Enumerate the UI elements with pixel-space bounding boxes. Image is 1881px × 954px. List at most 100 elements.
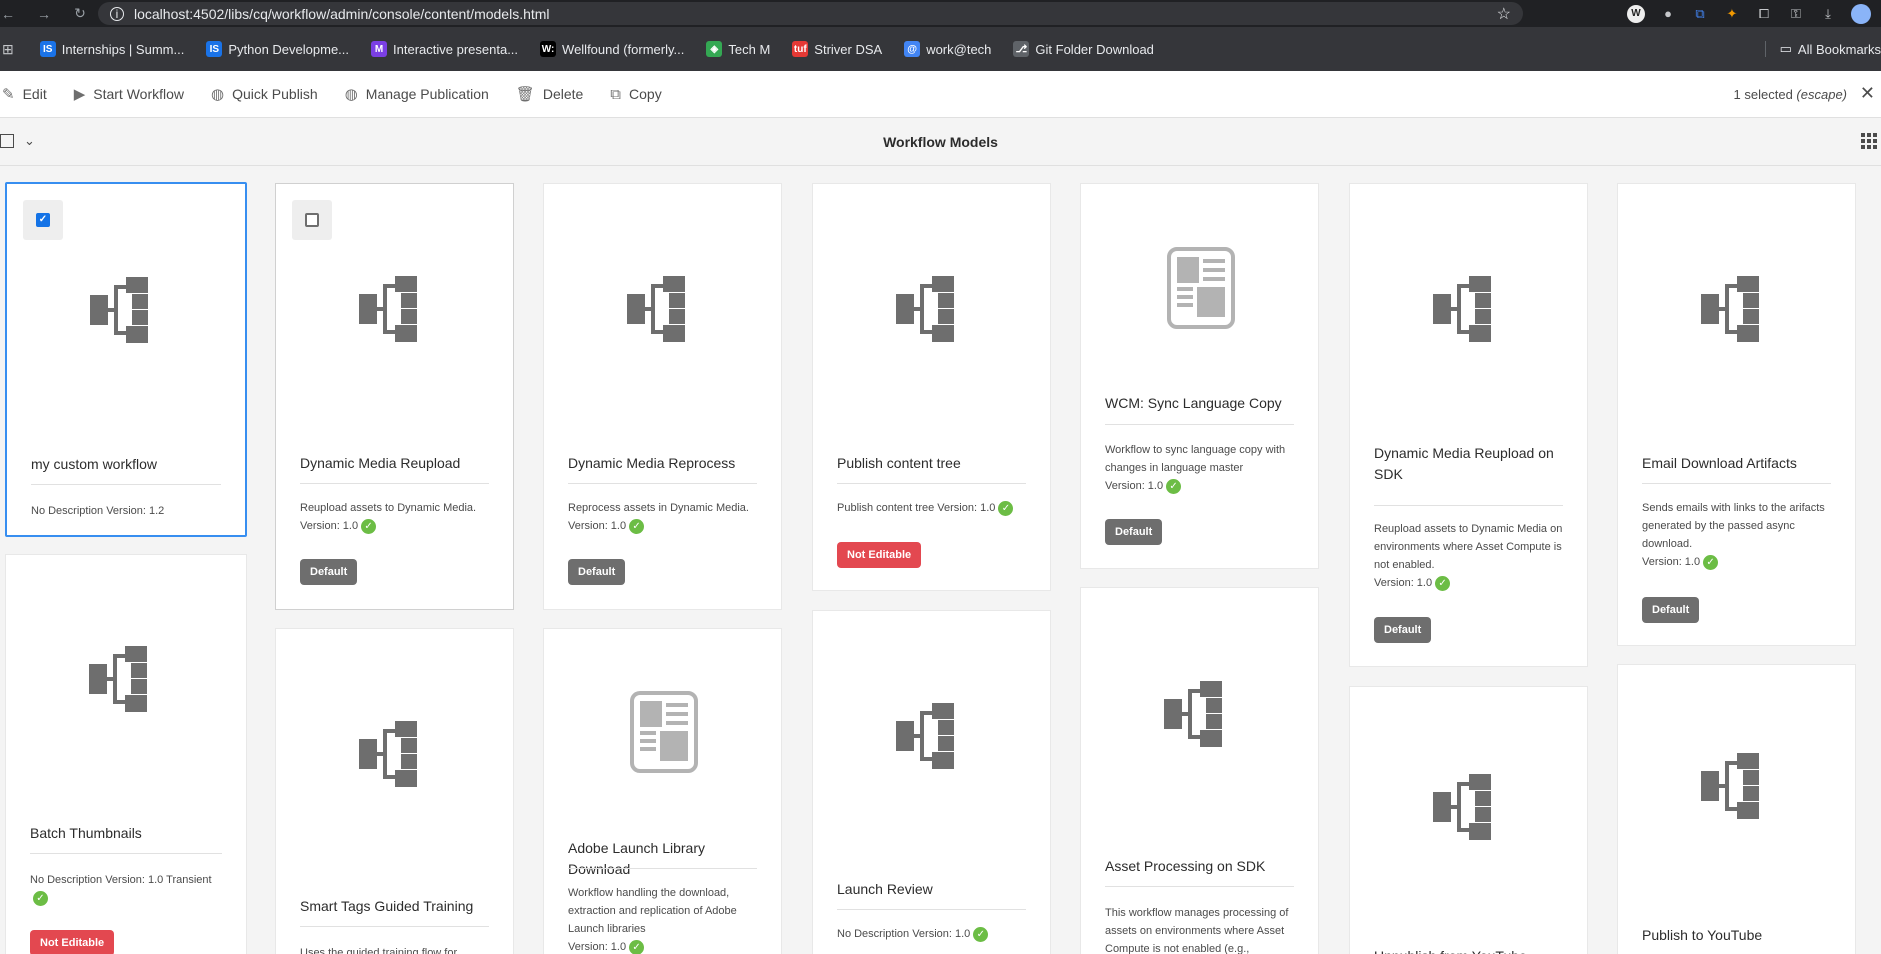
workflow-card[interactable]: Dynamic Media Reupload on SDK Reupload as… (1349, 183, 1588, 667)
card-view-icon[interactable] (1861, 133, 1877, 149)
workflow-card[interactable]: Batch Thumbnails No Description Version: … (5, 554, 247, 954)
edit-label: Edit (22, 86, 47, 102)
card-divider (31, 484, 221, 485)
back-icon[interactable]: ← (0, 2, 16, 26)
bookmark-item[interactable]: ◈ Tech M (706, 41, 770, 57)
card-description: No Description Version: 1.0 Transient ✓ (30, 871, 226, 907)
description-text: No Description Version: 1.2 (31, 505, 165, 517)
bookmark-item[interactable]: IS Python Developme... (206, 41, 349, 57)
workflow-model-icon (1701, 276, 1759, 342)
site-info-icon[interactable]: i (110, 6, 124, 21)
version-text: Version: 1.0 (300, 520, 359, 532)
bookmarks-bar: ⊞ IS Internships | Summ... IS Python Develo… (0, 27, 1881, 71)
valid-checkmark-icon: ✓ (1703, 554, 1719, 570)
extension-icon[interactable]: ✦ (1723, 5, 1741, 23)
bookmark-item[interactable]: M Interactive presenta... (371, 41, 518, 57)
extension-icon[interactable]: ● (1659, 5, 1677, 23)
bookmark-favicon-icon: ⎇ (1013, 41, 1030, 57)
copy-button[interactable]: ⧉ Copy (610, 86, 661, 103)
url-field[interactable]: i localhost:4502/libs/cq/workflow/admin/… (98, 2, 1523, 25)
bookmark-item[interactable]: tuf Striver DSA (792, 41, 882, 57)
delete-button[interactable]: 🗑 Delete (516, 85, 584, 103)
bookmark-favicon-icon: ◈ (706, 41, 723, 57)
bookmark-label: Wellfound (formerly... (562, 41, 685, 57)
card-title[interactable]: Dynamic Media Reupload (300, 453, 489, 474)
select-checkbox[interactable]: ✓ (23, 200, 63, 240)
globe-clock-icon: ◍ (344, 86, 358, 103)
description-text: No Description Version: 1.0 (837, 928, 971, 940)
puzzle-icon[interactable]: ⧠ (1755, 5, 1773, 23)
default-badge: Default (1374, 617, 1432, 643)
bookmark-item[interactable]: W: Wellfound (formerly... (540, 41, 684, 57)
card-title[interactable]: Dynamic Media Reprocess (568, 453, 757, 474)
card-description: Uses the guided training flow for (300, 944, 493, 954)
extension-icon[interactable]: W (1627, 4, 1645, 23)
download-icon[interactable]: ⤓ (1819, 5, 1837, 23)
workflow-card[interactable]: Dynamic Media Reupload Reupload assets to… (275, 183, 514, 610)
pencil-icon: ✎ (2, 86, 15, 103)
quick-publish-label: Quick Publish (232, 86, 318, 102)
all-bookmarks[interactable]: ▭ All Bookmarks (1764, 41, 1881, 57)
default-badge: Default (300, 559, 358, 585)
card-title[interactable]: my custom workflow (31, 454, 221, 475)
key-icon[interactable]: ⚿ (1787, 5, 1805, 23)
card-title[interactable]: Dynamic Media Reupload on SDK (1374, 443, 1563, 485)
card-title[interactable]: Unpublish from YouTube (1374, 946, 1563, 954)
reload-icon[interactable]: ↻ (68, 2, 92, 26)
workflow-card[interactable]: Email Download Artifacts Sends emails wit… (1617, 183, 1856, 646)
version-text: Version: 1.0 (1105, 480, 1164, 492)
folder-icon: ▭ (1779, 41, 1792, 56)
card-title[interactable]: WCM: Sync Language Copy (1105, 393, 1294, 414)
manage-publication-label: Manage Publication (365, 86, 489, 102)
apps-grid-icon[interactable]: ⊞ (2, 41, 14, 58)
bookmark-item[interactable]: ⎇ Git Folder Download (1013, 41, 1154, 57)
edit-button[interactable]: ✎ Edit (2, 85, 47, 103)
description-text: No Description Version: 1.0 Transient (30, 874, 212, 886)
workflow-model-icon (896, 276, 954, 342)
bookmark-item[interactable]: IS Internships | Summ... (39, 41, 185, 57)
workflow-card[interactable]: Publish to YouTube (1617, 664, 1856, 954)
bookmark-item[interactable]: @ work@tech (904, 41, 991, 57)
valid-checkmark-icon: ✓ (361, 518, 377, 534)
bookmark-label: Python Developme... (228, 41, 350, 57)
card-title[interactable]: Launch Review (837, 879, 1026, 900)
card-title[interactable]: Batch Thumbnails (30, 823, 222, 844)
workflow-card[interactable]: ✓ my custom workflow No Description Versio… (5, 182, 247, 537)
close-selection-icon[interactable]: ✕ (1860, 83, 1875, 104)
start-workflow-button[interactable]: ▶ Start Workflow (74, 85, 184, 103)
card-title[interactable]: Publish to YouTube (1642, 925, 1831, 946)
workflow-card[interactable]: WCM: Sync Language Copy Workflow to sync … (1080, 183, 1319, 569)
card-divider (1105, 886, 1294, 887)
avatar[interactable] (1851, 3, 1871, 24)
card-title[interactable]: Smart Tags Guided Training (300, 896, 489, 917)
card-divider (837, 483, 1026, 484)
bookmark-star-icon[interactable]: ☆ (1497, 4, 1511, 24)
workflow-model-icon (896, 703, 954, 769)
extension-icon[interactable]: ⧉ (1691, 5, 1709, 23)
checkbox-empty-icon (305, 213, 319, 227)
workflow-card[interactable]: Launch Review No Description Version: 1.0… (812, 610, 1051, 954)
description-text: Reupload assets to Dynamic Media. (300, 502, 477, 514)
card-title[interactable]: Email Download Artifacts (1642, 453, 1831, 474)
select-checkbox[interactable] (292, 200, 332, 240)
workflow-card[interactable]: Smart Tags Guided Training Uses the guide… (275, 628, 514, 954)
card-description: No Description Version: 1.0 ✓ (837, 925, 1030, 943)
workflow-card[interactable]: Publish content tree Publish content tree… (812, 183, 1051, 591)
card-title[interactable]: Adobe Launch Library Download (568, 838, 757, 880)
bookmark-label: Internships | Summ... (61, 41, 185, 57)
globe-icon: ◍ (211, 86, 225, 103)
version-text: Version: 1.0 (568, 941, 627, 953)
bookmark-label: Tech M (728, 41, 771, 57)
description-text: Uses the guided training flow for (300, 947, 458, 954)
workflow-card[interactable]: Adobe Launch Library Download Workflow ha… (543, 628, 782, 954)
card-title[interactable]: Publish content tree (837, 453, 1026, 474)
forward-icon[interactable]: → (32, 2, 56, 26)
workflow-model-icon (359, 721, 417, 787)
card-title[interactable]: Asset Processing on SDK (1105, 856, 1294, 877)
manage-publication-button[interactable]: ◍ Manage Publication (345, 85, 489, 103)
quick-publish-button[interactable]: ◍ Quick Publish (211, 85, 318, 103)
workflow-card[interactable]: Asset Processing on SDK This workflow man… (1080, 587, 1319, 954)
workflow-card[interactable]: Dynamic Media Reprocess Reprocess assets … (543, 183, 782, 610)
workflow-card[interactable]: Unpublish from YouTube (1349, 686, 1588, 954)
title-bar: ⌄ Workflow Models (0, 118, 1881, 166)
